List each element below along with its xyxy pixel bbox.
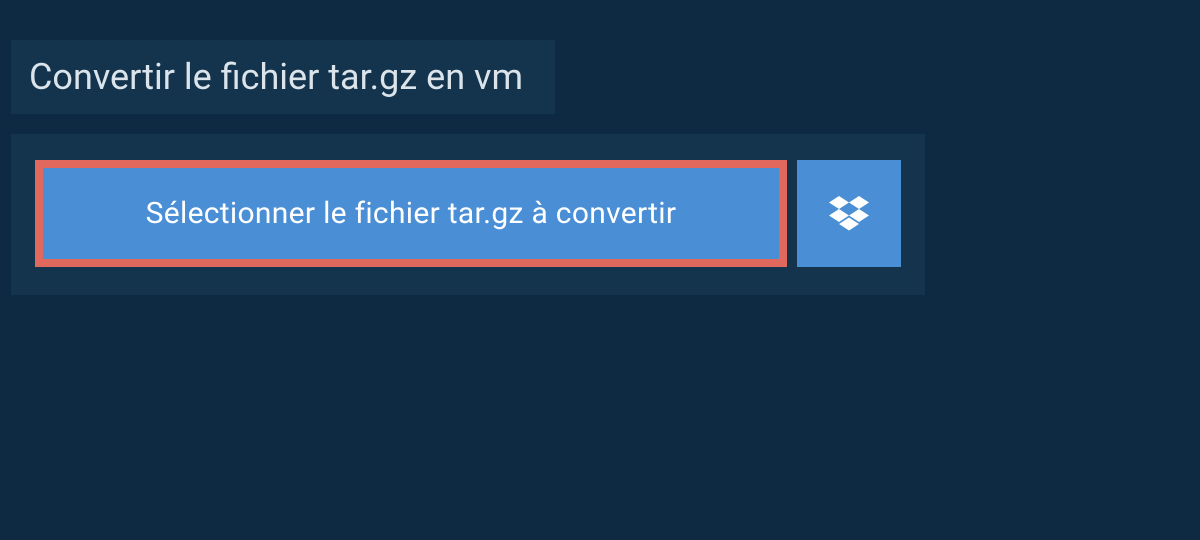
select-file-button[interactable]: Sélectionner le fichier tar.gz à convert…	[35, 160, 787, 267]
page-title: Convertir le fichier tar.gz en vm	[11, 40, 555, 114]
converter-panel: Convertir le fichier tar.gz en vm Sélect…	[11, 40, 925, 295]
dropbox-button[interactable]	[797, 160, 901, 267]
dropbox-icon	[829, 196, 869, 232]
action-row: Sélectionner le fichier tar.gz à convert…	[11, 134, 925, 295]
